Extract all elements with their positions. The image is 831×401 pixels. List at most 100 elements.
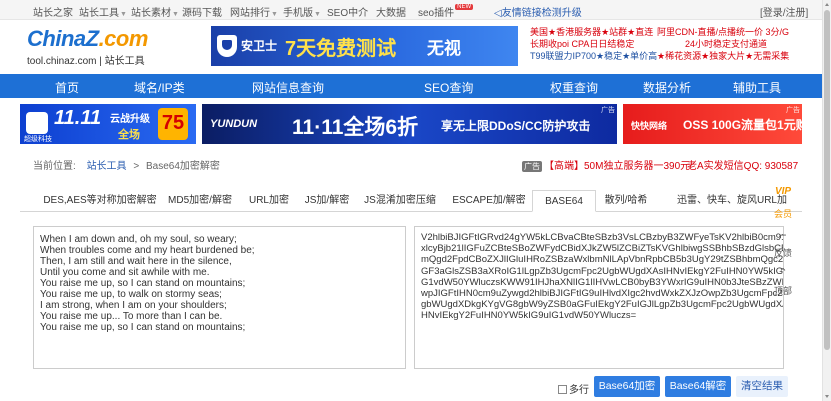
text-ad-link[interactable]: 24小时稳定支付通道 bbox=[657, 38, 817, 50]
banner-headline: 7天免费测试 bbox=[285, 38, 397, 60]
input-text-line: Until you come and sit awhile with me. bbox=[40, 267, 210, 278]
nav-item-weight[interactable]: 权重查询 bbox=[550, 79, 598, 96]
header-text-ads-right: 阿里CDN-直播/点播统一价 3分/G 24小时稳定支付通道 ★稀花资源★独家大… bbox=[657, 26, 817, 62]
top-bar: 站长之家 站长工具▼ 站长素材▼ 源码下载 网站排行▼ 手机版▼ SEO中介 大… bbox=[0, 0, 822, 20]
tab-base64[interactable]: BASE64 bbox=[532, 190, 596, 212]
topbar-link-tools-label: 站长工具 bbox=[79, 8, 119, 19]
topbar-link-source[interactable]: 源码下载 bbox=[182, 4, 222, 19]
topbar-link-rank[interactable]: 网站排行▼ bbox=[230, 4, 278, 19]
output-text-line: G1vdW50YWluczsKWW91IHJhaXNlIG1lIHVwLCB0b… bbox=[421, 276, 784, 288]
base64-encode-button[interactable]: Base64加密 bbox=[594, 376, 660, 397]
checkbox-box[interactable] bbox=[558, 385, 567, 394]
promo1-sub1: 云战升级 bbox=[110, 114, 150, 125]
promo-banner-3[interactable]: 快快网络 OSS 100G流量包1元购 广告 bbox=[623, 104, 802, 144]
promo1-sale: 75 bbox=[158, 108, 188, 140]
logo-suffix: .com bbox=[98, 26, 149, 51]
page-scrollbar[interactable] bbox=[822, 0, 831, 401]
tool-tabs: DES,AES等对称加密解密 MD5加密/解密 URL加密 JS加/解密 JS混… bbox=[20, 190, 802, 212]
back-to-top-label[interactable]: 顶部 bbox=[769, 284, 797, 297]
main-nav: 首页 域名/IP类 网站信息查询 SEO查询 权重查询 数据分析 辅助工具 bbox=[0, 74, 822, 98]
clear-result-button[interactable]: 清空结果 bbox=[736, 376, 788, 397]
topbar-link-assets-label: 站长素材 bbox=[131, 8, 171, 19]
tab-escape[interactable]: ESCAPE加/解密 bbox=[448, 190, 530, 212]
feedback-icon[interactable]: ⌐ bbox=[769, 228, 797, 242]
tab-js-obfuscate[interactable]: JS混淆加密压缩 bbox=[356, 190, 444, 212]
breadcrumb-link-tools[interactable]: 站长工具 bbox=[87, 161, 127, 172]
feedback-label[interactable]: 反馈 bbox=[769, 246, 797, 259]
topbar-link-assets[interactable]: 站长素材▼ bbox=[131, 4, 179, 19]
output-text-line: HNvIEkgY2FuIHN0YW5kIG9uIG1vdW50YWluczs= bbox=[421, 310, 637, 322]
topbar-link-mobile[interactable]: 手机版▼ bbox=[283, 4, 321, 19]
multiline-checkbox[interactable]: 多行 bbox=[558, 381, 589, 396]
scrollbar-thumb[interactable] bbox=[824, 10, 830, 350]
multiline-label: 多行 bbox=[569, 385, 589, 396]
nav-item-home[interactable]: 首页 bbox=[55, 79, 79, 96]
brand-logo-icon bbox=[26, 112, 48, 134]
breadcrumb: 当前位置: 站长工具 > Base64加密解密 bbox=[33, 157, 220, 172]
nav-item-analytics[interactable]: 数据分析 bbox=[643, 79, 691, 96]
scroll-down-arrow-icon[interactable] bbox=[825, 395, 829, 398]
output-text-line: xlcyBjb21lIGFuZCBteSBoZWFydCBidXJkZW5lZC… bbox=[421, 243, 784, 255]
login-register-link[interactable]: [登录/注册] bbox=[760, 4, 808, 19]
promo2-big: 11·11全场6折 bbox=[292, 116, 419, 139]
chevron-down-icon: ▼ bbox=[172, 11, 179, 18]
topbar-link-seo-plugin[interactable]: seo插件NEW bbox=[418, 4, 474, 19]
topbar-link-seo-plugin-label: seo插件 bbox=[418, 8, 455, 19]
topbar-link-mobile-label: 手机版 bbox=[283, 8, 313, 19]
input-text-line: Then, I am still and wait here in the si… bbox=[40, 256, 232, 267]
input-text-line: You raise me up, to walk on stormy seas; bbox=[40, 289, 222, 300]
promo-banner-2[interactable]: YUNDUN 11·11全场6折 享无上限DDoS/CC防护攻击 广告 bbox=[202, 104, 617, 144]
member-label[interactable]: 会员 bbox=[769, 207, 797, 220]
promo1-title: 11.11 bbox=[54, 107, 102, 129]
nav-item-tools[interactable]: 辅助工具 bbox=[733, 79, 781, 96]
breadcrumb-promo-text: 【高端】50M独立服务器一390元 bbox=[544, 161, 691, 172]
text-ad-link[interactable]: 长期收poi CPA日日结稳定 bbox=[530, 38, 650, 50]
output-text-line: mQgd2FpdCBoZXJlIGluIHRoZSBzaWxlbmNlLApVb… bbox=[421, 254, 784, 266]
topbar-link-tools[interactable]: 站长工具▼ bbox=[79, 4, 127, 19]
nav-item-seo[interactable]: SEO查询 bbox=[424, 79, 473, 96]
promo2-tail: 享无上限DDoS/CC防护攻击 bbox=[441, 119, 591, 133]
topbar-link-bigdata[interactable]: 大数据 bbox=[376, 4, 406, 19]
input-textarea[interactable]: When I am down and, oh my soul, so weary… bbox=[33, 226, 406, 369]
header-text-ads-left: 美国★香港服务器★站群★直连 长期收poi CPA日日结稳定 T99联盟力IP7… bbox=[530, 26, 657, 62]
breadcrumb-current: Base64加密解密 bbox=[145, 161, 220, 172]
input-text-line: When troubles come and my heart burdened… bbox=[40, 245, 255, 256]
topbar-link-seo[interactable]: SEO中介 bbox=[327, 4, 368, 19]
input-text-line: When I am down and, oh my soul, so weary… bbox=[40, 234, 237, 245]
new-badge: NEW bbox=[455, 4, 474, 10]
promo1-sub2: 全场 bbox=[118, 129, 140, 141]
tab-symmetric-crypto[interactable]: DES,AES等对称加密解密 bbox=[36, 190, 164, 212]
header-banner-ad[interactable]: 安卫士 7天免费测试 无视DDOS、CC bbox=[211, 26, 518, 66]
tab-md5[interactable]: MD5加密/解密 bbox=[160, 190, 240, 212]
text-ad-link[interactable]: 美国★香港服务器★站群★直连 bbox=[530, 26, 653, 38]
tab-js-encrypt[interactable]: JS加/解密 bbox=[302, 190, 352, 212]
topbar-promo-link[interactable]: ◁友情链接检测升级 bbox=[494, 4, 582, 19]
banner-tail: 无视DDOS、CC bbox=[427, 39, 518, 66]
input-text-line: You raise me up... To more than I can be… bbox=[40, 311, 223, 322]
tab-url-encode[interactable]: URL加密 bbox=[240, 190, 298, 212]
output-textarea[interactable]: V2hlbiBJIGFtIGRvd24gYW5kLCBvaCBteSBzb3Vs… bbox=[414, 226, 784, 369]
logo-subtitle: tool.chinaz.com | 站长工具 bbox=[27, 56, 145, 67]
breadcrumb-qq-promo[interactable]: 老A实发短信QQ: 930587 bbox=[687, 157, 798, 172]
output-text-line: V2hlbiBJIGFtIGRvd24gYW5kLCBvaCBteSBzb3Vs… bbox=[421, 232, 784, 243]
back-to-top-icon[interactable]: ⌃ bbox=[769, 266, 797, 279]
scroll-up-arrow-icon[interactable] bbox=[825, 3, 829, 6]
vip-icon[interactable]: VIP bbox=[769, 186, 797, 197]
promo3-text: OSS 100G流量包1元购 bbox=[683, 118, 802, 132]
tab-hash[interactable]: 散列/哈希 bbox=[598, 190, 654, 212]
text-ad-link[interactable]: ★稀花资源★独家大片★无需采集 bbox=[657, 50, 817, 62]
site-logo[interactable]: ChinaZ.com tool.chinaz.com | 站长工具 bbox=[27, 26, 149, 68]
nav-item-domain-ip[interactable]: 域名/IP类 bbox=[134, 79, 185, 96]
base64-decode-button[interactable]: Base64解密 bbox=[665, 376, 731, 397]
breadcrumb-sep: > bbox=[133, 161, 140, 172]
chevron-down-icon: ▼ bbox=[271, 11, 278, 18]
ad-tag: 广告 bbox=[601, 107, 615, 114]
megaphone-icon: ◁ bbox=[494, 8, 502, 19]
promo-banner-1[interactable]: 11.11 云战升级 全场 超级科技 75 bbox=[20, 104, 196, 144]
text-ad-link[interactable]: 阿里CDN-直播/点播统一价 3分/G bbox=[657, 26, 817, 38]
ad-tag: 广告 bbox=[786, 107, 800, 114]
nav-item-site-info[interactable]: 网站信息查询 bbox=[252, 79, 324, 96]
text-ad-link[interactable]: T99联盟力IP700★稳定★单价高 bbox=[530, 50, 657, 62]
topbar-link-home[interactable]: 站长之家 bbox=[33, 4, 73, 19]
breadcrumb-promo[interactable]: 广告 【高端】50M独立服务器一390元 bbox=[522, 157, 690, 172]
